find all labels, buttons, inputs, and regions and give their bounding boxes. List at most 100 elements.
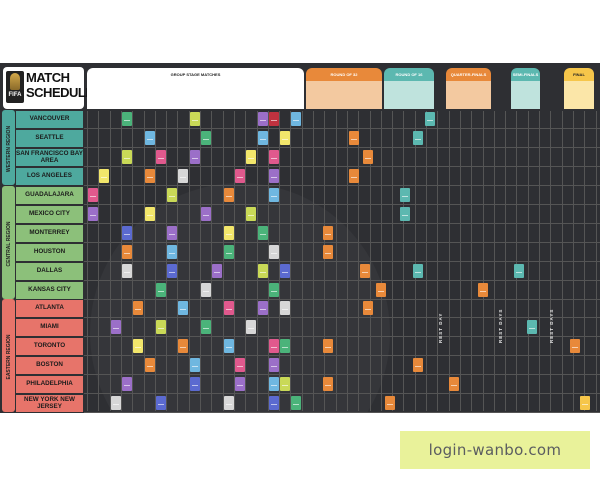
- match-slot: [280, 131, 290, 145]
- grid-column-line: [460, 111, 461, 411]
- region-band-2: EASTERN REGION: [2, 299, 15, 412]
- match-slot: [178, 169, 188, 183]
- grid-row-line: [84, 374, 600, 375]
- match-slot: [145, 131, 155, 145]
- title-line-2: SCHEDULE: [26, 85, 94, 100]
- match-slot: [280, 339, 290, 353]
- match-slot: [111, 320, 121, 334]
- grid-column-line: [223, 111, 224, 411]
- match-slot: [167, 226, 177, 240]
- grid-column-line: [426, 111, 427, 411]
- knockout-slot: [580, 396, 590, 410]
- date-cell: [189, 81, 200, 109]
- region-band-1: CENTRAL REGION: [2, 186, 15, 299]
- match-slot: [269, 150, 279, 164]
- match-slot: [190, 377, 200, 391]
- grid-column-line: [494, 111, 495, 411]
- match-slot: [201, 320, 211, 334]
- date-cell: [279, 81, 290, 109]
- grid-row-line: [84, 280, 600, 281]
- date-cell: [268, 81, 279, 109]
- knockout-slot: [400, 188, 410, 202]
- knockout-slot: [349, 131, 359, 145]
- match-slot: [280, 301, 290, 315]
- grid-row-line: [84, 355, 600, 356]
- grid-column-line: [562, 111, 563, 411]
- knockout-slot: [376, 283, 386, 297]
- match-slot: [88, 188, 98, 202]
- match-slot: [269, 377, 279, 391]
- match-slot: [156, 283, 166, 297]
- match-slot: [258, 226, 268, 240]
- date-cell: [110, 81, 121, 109]
- grid-column-line: [516, 111, 517, 411]
- grid-column-line: [471, 111, 472, 411]
- grid-column-line: [324, 111, 325, 411]
- date-cell: [528, 81, 539, 109]
- knockout-slot: [478, 283, 488, 297]
- match-slot: [269, 245, 279, 259]
- date-cell: [449, 81, 460, 109]
- match-slot: [167, 264, 177, 278]
- match-slot: [269, 358, 279, 372]
- final-header: FINAL: [564, 68, 594, 81]
- match-slot: [201, 207, 211, 221]
- date-cell: [211, 81, 222, 109]
- grid-column-line: [290, 111, 291, 411]
- match-slot: [156, 150, 166, 164]
- date-cell: [155, 81, 166, 109]
- knockout-slot: [570, 339, 580, 353]
- knockout-slot: [413, 131, 423, 145]
- knockout-slot: [425, 112, 435, 126]
- date-cell: [144, 81, 155, 109]
- city-label: LOS ANGELES: [16, 168, 83, 185]
- city-label: KANSAS CITY: [16, 282, 83, 299]
- knockout-slot: [363, 301, 373, 315]
- date-cell: [562, 81, 573, 109]
- date-cell: [177, 81, 188, 109]
- city-label: BOSTON: [16, 357, 83, 374]
- date-cell: [98, 81, 109, 109]
- grid-column-line: [347, 111, 348, 411]
- date-cell: [290, 81, 301, 109]
- city-label: PHILADELPHIA: [16, 376, 83, 393]
- city-label: TORONTO: [16, 338, 83, 355]
- date-cell: [200, 81, 211, 109]
- date-cell: [584, 81, 595, 109]
- title-block: FIFA MATCH SCHEDULE: [3, 67, 94, 109]
- date-cell: [539, 81, 550, 109]
- grid-column-line: [539, 111, 540, 411]
- quarterfinal-header: QUARTER-FINALS: [446, 68, 491, 81]
- date-cell: [336, 81, 347, 109]
- date-cell: [347, 81, 358, 109]
- grid-row-line: [84, 393, 600, 394]
- city-label: MIAMI: [16, 319, 83, 336]
- match-slot: [167, 245, 177, 259]
- grid-row-line: [84, 185, 600, 186]
- region-label: EASTERN REGION: [6, 334, 12, 380]
- date-cell: [87, 81, 98, 109]
- match-slot: [145, 169, 155, 183]
- date-cell: [381, 81, 392, 109]
- grid-row-line: [84, 412, 600, 413]
- grid-column-line: [177, 111, 178, 411]
- date-cell: [257, 81, 268, 109]
- grid-column-line: [200, 111, 201, 411]
- match-slot: [269, 339, 279, 353]
- grid-column-line: [403, 111, 404, 411]
- match-slot: [133, 339, 143, 353]
- rest-day-label-3: REST DAYS: [549, 308, 554, 343]
- match-slot: [201, 131, 211, 145]
- match-slot: [258, 301, 268, 315]
- grid-column-line: [336, 111, 337, 411]
- match-slot: [269, 283, 279, 297]
- match-slot: [156, 320, 166, 334]
- match-slot: [224, 245, 234, 259]
- grid-column-line: [437, 111, 438, 411]
- match-slot: [190, 112, 200, 126]
- knockout-slot: [400, 207, 410, 221]
- match-slot: [145, 358, 155, 372]
- grid-column-line: [110, 111, 111, 411]
- trophy-icon: [10, 73, 20, 90]
- date-cell: [483, 81, 494, 109]
